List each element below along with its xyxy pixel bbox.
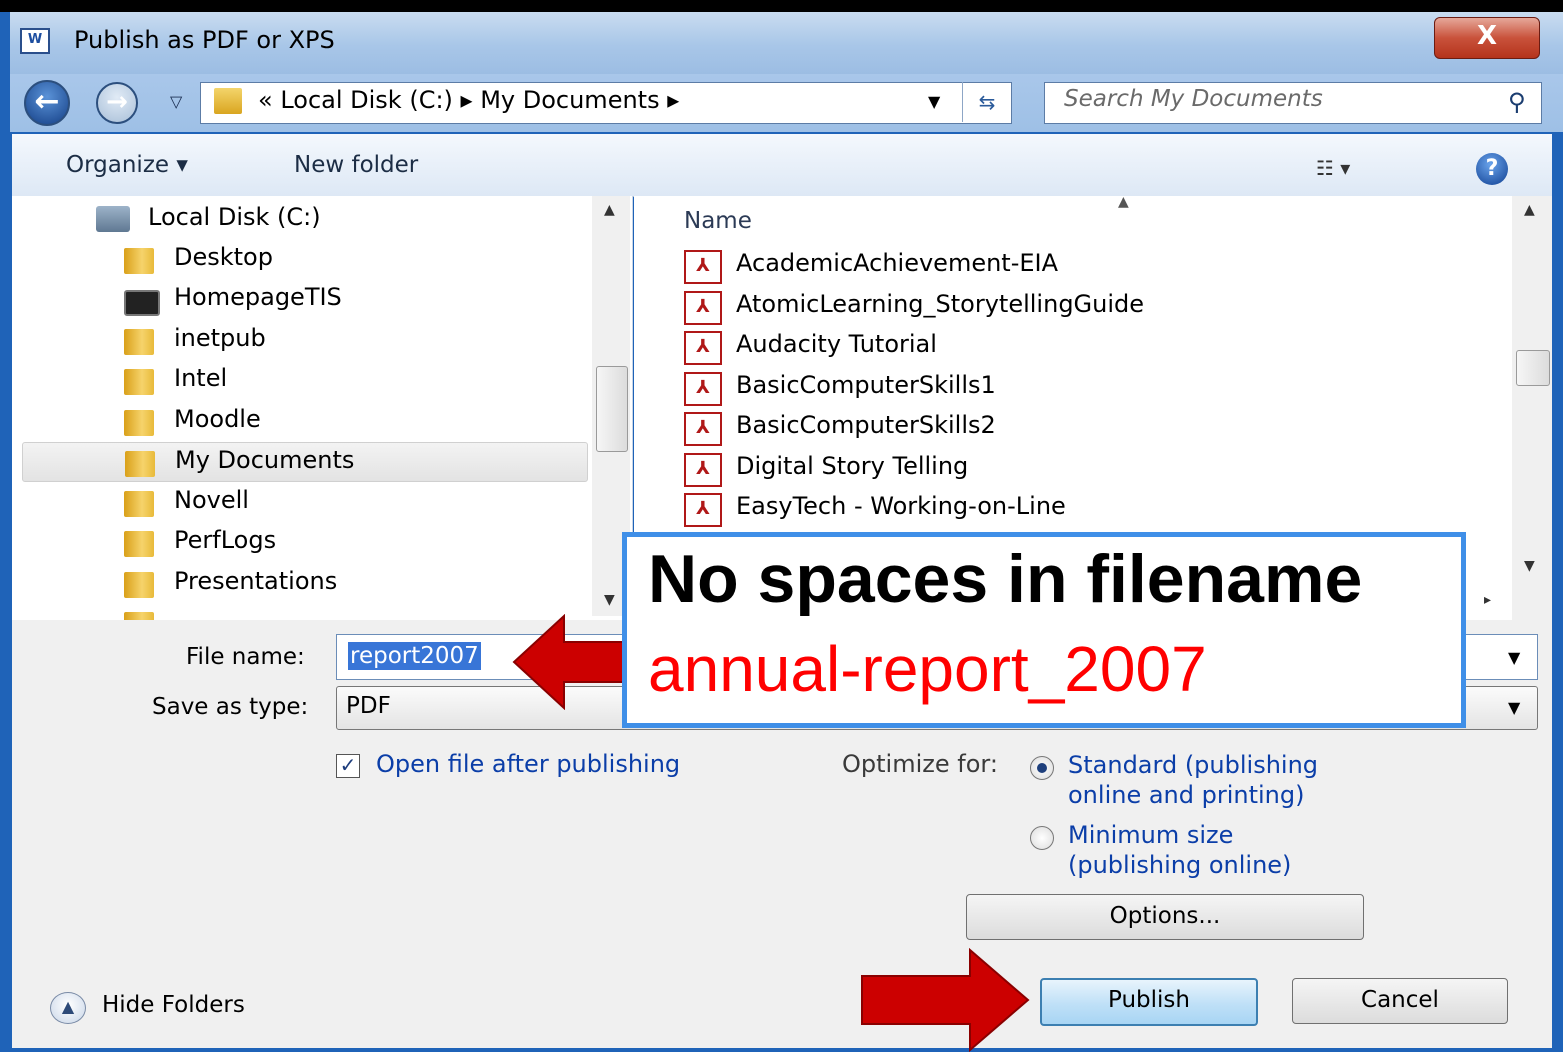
view-options-icon[interactable]: ☷ ▾ <box>1316 156 1350 180</box>
file-name: AtomicLearning_StorytellingGuide <box>736 290 1145 318</box>
pdf-file-icon: ⅄ <box>684 412 722 446</box>
refresh-icon[interactable]: ⇆ <box>962 82 1011 122</box>
nav-item-label: Local Disk (C:) <box>148 203 321 231</box>
scroll-down-icon[interactable]: ▼ <box>1524 558 1535 574</box>
publish-button[interactable]: Publish <box>1040 978 1258 1026</box>
search-placeholder: Search My Documents <box>1064 86 1323 112</box>
file-name: Digital Story Telling <box>736 452 969 480</box>
save-as-type-label: Save as type: <box>152 694 309 720</box>
file-name-value[interactable]: report2007 <box>348 642 481 670</box>
left-arrow-icon <box>512 614 631 710</box>
pdf-file-icon: ⅄ <box>684 453 722 487</box>
help-icon[interactable]: ? <box>1476 153 1508 185</box>
callout-example: annual-report_2007 <box>648 633 1207 705</box>
folder-icon <box>125 451 155 477</box>
drive-icon <box>96 206 130 232</box>
organize-button[interactable]: Organize ▾ <box>66 152 188 178</box>
nav-item-label: Moodle <box>174 405 261 433</box>
pdf-file-icon: ⅄ <box>684 493 722 527</box>
scroll-up-icon[interactable]: ▲ <box>604 202 615 218</box>
scroll-down-icon[interactable]: ▼ <box>604 592 615 608</box>
file-name-label: File name: <box>186 644 305 670</box>
optimize-for-label: Optimize for: <box>842 750 998 778</box>
nav-item-label: inetpub <box>174 324 266 352</box>
hide-folders-label[interactable]: Hide Folders <box>102 992 245 1018</box>
nav-item-perflogs[interactable]: PerfLogs <box>12 523 586 561</box>
pdf-file-icon: ⅄ <box>684 250 722 284</box>
nav-item-partial[interactable] <box>12 604 586 620</box>
nav-item-my-documents[interactable]: My Documents <box>22 442 588 482</box>
name-column-header[interactable]: Name <box>684 208 752 234</box>
forward-arrow-icon[interactable]: → <box>96 82 138 124</box>
folder-icon <box>124 491 154 517</box>
save-as-type-value: PDF <box>346 693 391 719</box>
folder-icon <box>124 410 154 436</box>
nav-item-moodle[interactable]: Moodle <box>12 402 586 440</box>
file-name: AcademicAchievement-EIA <box>736 249 1059 277</box>
close-button[interactable]: X <box>1434 17 1540 59</box>
folder-icon <box>214 88 242 114</box>
folder-icon <box>124 369 154 395</box>
options-button[interactable]: Options... <box>966 894 1364 940</box>
callout-title: No spaces in filename <box>648 541 1363 617</box>
file-name-dropdown-icon[interactable]: ▼ <box>1508 648 1520 667</box>
file-name: Audacity Tutorial <box>736 330 937 358</box>
sort-ascending-icon: ▲ <box>1118 194 1129 210</box>
nav-item-desktop[interactable]: Desktop <box>12 240 586 278</box>
open-after-label[interactable]: Open file after publishing <box>376 750 680 778</box>
nav-item-label: My Documents <box>175 446 355 474</box>
cancel-button[interactable]: Cancel <box>1292 978 1508 1024</box>
nav-item-novell[interactable]: Novell <box>12 483 586 521</box>
back-arrow-icon[interactable]: ← <box>24 80 70 126</box>
nav-item-intel[interactable]: Intel <box>12 361 586 399</box>
minimum-size-option-label[interactable]: Minimum size (publishing online) <box>1068 820 1368 880</box>
folder-icon <box>124 612 154 620</box>
file-scrollbar[interactable] <box>1512 196 1552 620</box>
file-name: BasicComputerSkills2 <box>736 411 996 439</box>
standard-radio[interactable] <box>1030 756 1054 780</box>
standard-option-label[interactable]: Standard (publishing online and printing… <box>1068 750 1368 810</box>
address-dropdown-icon[interactable]: ▼ <box>928 92 940 111</box>
pdf-file-icon: ⅄ <box>684 331 722 365</box>
nav-item-label: Desktop <box>174 243 273 271</box>
nav-item-presentations[interactable]: Presentations <box>12 564 586 602</box>
recent-locations-dropdown-icon[interactable]: ▽ <box>170 92 182 111</box>
scroll-up-icon[interactable]: ▲ <box>1524 202 1535 218</box>
save-as-type-dropdown-icon[interactable]: ▼ <box>1508 698 1520 717</box>
file-name: EasyTech - Working-on-Line <box>736 492 1066 520</box>
right-arrow-icon <box>861 948 1030 1052</box>
file-name: BasicComputerSkills1 <box>736 371 996 399</box>
hide-folders-icon[interactable]: ▲ <box>50 992 86 1024</box>
window-title: Publish as PDF or XPS <box>74 26 335 54</box>
nav-scroll-thumb[interactable] <box>596 366 628 452</box>
folder-icon <box>124 572 154 598</box>
folder-icon <box>124 329 154 355</box>
minimum-size-radio[interactable] <box>1030 826 1054 850</box>
web-folder-icon <box>124 290 160 316</box>
open-after-checkbox[interactable]: ✓ <box>336 754 360 778</box>
nav-item-label: Novell <box>174 486 249 514</box>
word-app-icon: W <box>20 28 50 54</box>
nav-item-label: Presentations <box>174 567 338 595</box>
nav-item-local-disk[interactable]: Local Disk (C:) <box>12 200 586 238</box>
nav-item-label: PerfLogs <box>174 526 277 554</box>
folder-icon <box>124 531 154 557</box>
pdf-file-icon: ⅄ <box>684 291 722 325</box>
nav-item-homepagetis[interactable]: HomepageTIS <box>12 280 586 318</box>
nav-item-inetpub[interactable]: inetpub <box>12 321 586 359</box>
file-scroll-thumb[interactable] <box>1516 350 1550 386</box>
pdf-file-icon: ⅄ <box>684 372 722 406</box>
new-folder-button[interactable]: New folder <box>294 152 418 178</box>
folder-icon <box>124 248 154 274</box>
search-icon[interactable]: ⚲ <box>1508 88 1526 116</box>
nav-item-label: Intel <box>174 364 228 392</box>
top-border <box>0 0 1563 12</box>
breadcrumb[interactable]: « Local Disk (C:) ▸ My Documents ▸ <box>258 86 679 114</box>
scroll-right-icon[interactable]: ▸ <box>1484 592 1491 608</box>
navigation-pane: Local Disk (C:) Desktop HomepageTIS inet… <box>12 196 633 620</box>
nav-item-label: HomepageTIS <box>174 283 342 311</box>
